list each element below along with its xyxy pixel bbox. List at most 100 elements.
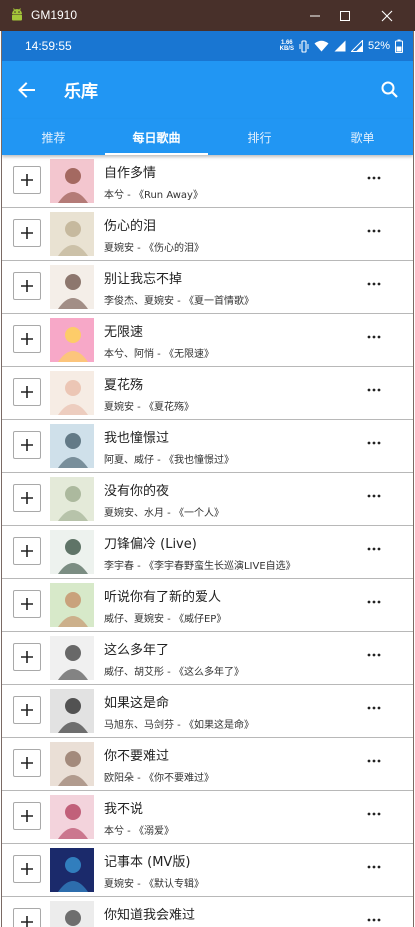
song-title: 我也憧憬过 — [104, 431, 170, 446]
window-title: GM1910 — [31, 8, 78, 22]
more-options-button[interactable] — [367, 595, 381, 609]
status-time: 14:59:55 — [25, 39, 72, 53]
battery-percent: 52% — [367, 40, 390, 52]
search-icon — [381, 81, 398, 98]
song-title: 伤心的泪 — [104, 219, 157, 234]
plus-icon — [21, 333, 33, 345]
add-song-button[interactable] — [13, 166, 41, 194]
song-row[interactable]: 记事本 (MV版) 夏婉安 - 《默认专辑》 — [2, 844, 413, 897]
more-options-button[interactable] — [367, 860, 381, 874]
more-options-button[interactable] — [367, 489, 381, 503]
album-cover — [50, 318, 94, 362]
more-horizontal-icon — [367, 494, 381, 498]
album-cover — [50, 477, 94, 521]
more-options-button[interactable] — [367, 542, 381, 556]
net-speed: 1.66 KB/S — [280, 40, 294, 52]
add-song-button[interactable] — [13, 749, 41, 777]
add-song-button[interactable] — [13, 484, 41, 512]
song-row[interactable]: 夏花殇 夏婉安 - 《夏花殇》 — [2, 367, 413, 420]
song-row[interactable]: 你不要难过 欧阳朵 - 《你不要难过》 — [2, 738, 413, 791]
net-speed-unit: KB/S — [279, 46, 294, 52]
add-song-button[interactable] — [13, 855, 41, 883]
song-artist-album: 夏婉安 - 《默认专辑》 — [104, 879, 204, 890]
back-button[interactable] — [14, 77, 40, 103]
album-cover — [50, 530, 94, 574]
plus-icon — [21, 174, 33, 186]
plus-icon — [21, 386, 33, 398]
page-title: 乐库 — [64, 82, 98, 102]
song-row[interactable]: 伤心的泪 夏婉安 - 《伤心的泪》 — [2, 208, 413, 261]
close-window-button[interactable] — [367, 0, 407, 31]
song-row[interactable]: 没有你的夜 夏婉安、水月 - 《一个人》 — [2, 473, 413, 526]
song-row[interactable]: 刀锋偏冷 (Live) 李宇春 - 《李宇春野蛮生长巡演LIVE自选》 — [2, 526, 413, 579]
song-row[interactable]: 无限速本兮、阿悄 - 《无限速》 — [2, 314, 413, 367]
app-bar: 乐库 — [2, 61, 413, 119]
song-artist-album: 马旭东、马剑芬 - 《如果这是命》 — [104, 720, 254, 731]
more-options-button[interactable] — [367, 330, 381, 344]
song-artist-album: 夏婉安 - 《夏花殇》 — [104, 402, 194, 413]
more-horizontal-icon — [367, 600, 381, 604]
add-song-button[interactable] — [13, 219, 41, 247]
song-row[interactable]: 你知道我会难过 — [2, 897, 413, 927]
more-horizontal-icon — [367, 441, 381, 445]
add-song-button[interactable] — [13, 537, 41, 565]
plus-icon — [21, 598, 33, 610]
more-horizontal-icon — [367, 918, 381, 922]
more-options-button[interactable] — [367, 383, 381, 397]
more-options-button[interactable] — [367, 701, 381, 715]
tab-daily-songs[interactable]: 每日歌曲 — [105, 119, 208, 155]
song-title: 你不要难过 — [104, 749, 170, 764]
album-cover — [50, 689, 94, 733]
add-song-button[interactable] — [13, 908, 41, 927]
more-options-button[interactable] — [367, 171, 381, 185]
song-title: 如果这是命 — [104, 696, 170, 711]
tab-recommend[interactable]: 推荐 — [2, 119, 105, 155]
more-options-button[interactable] — [367, 224, 381, 238]
song-title: 你知道我会难过 — [104, 908, 196, 923]
song-row[interactable]: 我不说 本兮 - 《溺爱》 — [2, 791, 413, 844]
add-song-button[interactable] — [13, 431, 41, 459]
more-options-button[interactable] — [367, 754, 381, 768]
more-options-button[interactable] — [367, 436, 381, 450]
more-horizontal-icon — [367, 706, 381, 710]
more-options-button[interactable] — [367, 913, 381, 927]
song-row[interactable]: 别让我忘不掉 李俊杰、夏婉安 - 《夏一首情歌》 — [2, 261, 413, 314]
song-title: 没有你的夜 — [104, 484, 170, 499]
song-title: 记事本 (MV版) — [104, 855, 191, 870]
add-song-button[interactable] — [13, 378, 41, 406]
song-row[interactable]: 这么多年了 威仔、胡艾彤 - 《这么多年了》 — [2, 632, 413, 685]
add-song-button[interactable] — [13, 696, 41, 724]
more-horizontal-icon — [367, 388, 381, 392]
album-cover — [50, 371, 94, 415]
maximize-button[interactable] — [325, 0, 365, 31]
plus-icon — [21, 439, 33, 451]
tab-ranking[interactable]: 排行 — [208, 119, 311, 155]
more-horizontal-icon — [367, 282, 381, 286]
search-button[interactable] — [377, 77, 403, 103]
more-options-button[interactable] — [367, 648, 381, 662]
add-song-button[interactable] — [13, 802, 41, 830]
song-row[interactable]: 自作多情 本兮 - 《Run Away》 — [2, 155, 413, 208]
song-artist-album: 本兮、阿悄 - 《无限速》 — [104, 349, 214, 360]
song-title: 无限速 — [104, 325, 144, 340]
plus-icon — [21, 916, 33, 927]
album-cover — [50, 848, 94, 892]
close-icon — [381, 10, 393, 21]
add-song-button[interactable] — [13, 643, 41, 671]
song-artist-album: 李俊杰、夏婉安 - 《夏一首情歌》 — [104, 296, 254, 307]
more-options-button[interactable] — [367, 277, 381, 291]
song-title: 这么多年了 — [104, 643, 170, 658]
tab-playlists[interactable]: 歌单 — [311, 119, 413, 155]
song-row[interactable]: 我也憧憬过 阿夏、威仔 - 《我也憧憬过》 — [2, 420, 413, 473]
song-artist-album: 李宇春 - 《李宇春野蛮生长巡演LIVE自选》 — [104, 561, 296, 572]
song-row[interactable]: 如果这是命马旭东、马剑芬 - 《如果这是命》 — [2, 685, 413, 738]
song-artist-album: 本兮 - 《Run Away》 — [104, 190, 203, 201]
add-song-button[interactable] — [13, 590, 41, 618]
song-row[interactable]: 听说你有了新的爱人 威仔、夏婉安 - 《威仔EP》 — [2, 579, 413, 632]
more-options-button[interactable] — [367, 807, 381, 821]
add-song-button[interactable] — [13, 325, 41, 353]
album-cover — [50, 795, 94, 839]
more-horizontal-icon — [367, 229, 381, 233]
song-title: 刀锋偏冷 (Live) — [104, 537, 197, 552]
add-song-button[interactable] — [13, 272, 41, 300]
